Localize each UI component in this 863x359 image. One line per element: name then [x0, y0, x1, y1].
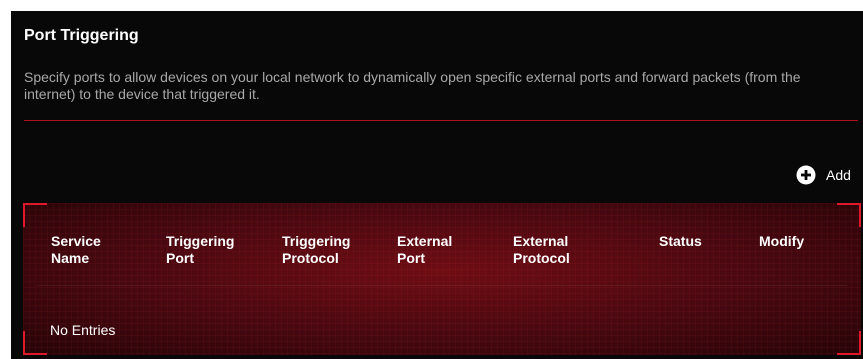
- section-description: Specify ports to allow devices on your l…: [24, 69, 801, 102]
- section-title: Port Triggering: [24, 27, 139, 44]
- add-button-label: Add: [826, 167, 851, 183]
- column-header-external-protocol: External Protocol: [513, 233, 570, 266]
- table-header: Service Name Triggering Port Triggering …: [23, 233, 861, 273]
- column-header-status: Status: [659, 233, 702, 249]
- port-triggering-panel: Port Triggering Specify ports to allow d…: [11, 11, 863, 359]
- frame-corner: [23, 331, 47, 355]
- row-separator: [37, 285, 847, 286]
- column-header-triggering-protocol: Triggering Protocol: [282, 233, 351, 266]
- column-header-external-port: External Port: [397, 233, 453, 266]
- frame-corner: [837, 203, 861, 227]
- column-header-modify: Modify: [759, 233, 805, 249]
- empty-table-message: No Entries: [50, 322, 116, 338]
- column-header-service-name: Service Name: [51, 233, 101, 266]
- column-header-triggering-port: Triggering Port: [166, 233, 235, 266]
- port-triggering-table: Service Name Triggering Port Triggering …: [23, 203, 861, 355]
- title-divider: [24, 120, 858, 121]
- frame-corner: [837, 331, 861, 355]
- frame-corner: [23, 203, 47, 227]
- add-button[interactable]: Add: [796, 164, 851, 186]
- plus-circle-icon: [796, 165, 816, 185]
